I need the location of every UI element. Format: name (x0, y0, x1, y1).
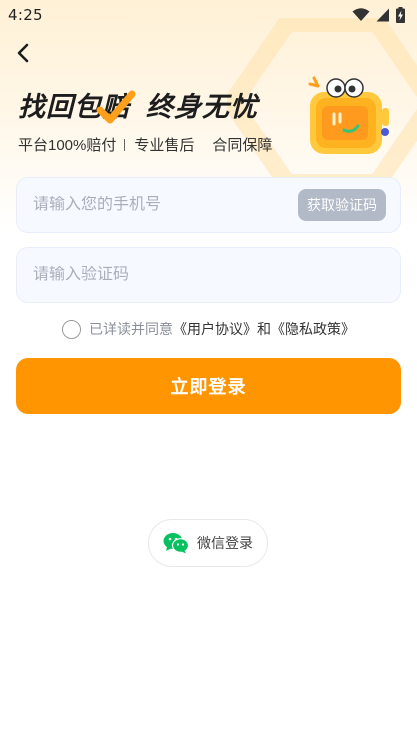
subline-item-aftersales: 专业售后 (134, 137, 195, 154)
user-agreement-link[interactable]: 《用户协议》 (173, 319, 257, 339)
divider (124, 138, 126, 151)
back-button[interactable] (10, 40, 36, 66)
status-time: 4:25 (8, 6, 43, 24)
privacy-policy-link[interactable]: 《隐私政策》 (271, 319, 355, 339)
login-button[interactable]: 立即登录 (16, 358, 401, 414)
robot-mascot-illustration (308, 76, 389, 154)
battery-charging-icon (396, 7, 405, 23)
code-field (16, 247, 401, 303)
agreement-checkbox[interactable] (62, 319, 81, 339)
wechat-login-label: 微信登录 (197, 535, 253, 551)
phone-field: 获取验证码 (16, 177, 401, 233)
wifi-icon (352, 8, 370, 21)
subline-item-payout: 平台100%赔付 (18, 137, 117, 154)
agreement-conjunction: 和 (257, 321, 271, 337)
agreement-prefix: 已详读并同意 (89, 321, 173, 337)
subline: 平台100%赔付 专业售后 合同保障 (18, 134, 272, 155)
agreement-row: 已详读并同意 《用户协议》 和 《隐私政策》 (62, 318, 355, 340)
headline: 找回包赔 终身无忧 (18, 84, 258, 124)
status-bar: 4:25 (0, 0, 417, 30)
chevron-left-icon (17, 43, 29, 63)
signal-icon (376, 8, 389, 22)
subline-item-contract: 合同保障 (212, 137, 273, 154)
code-input[interactable] (33, 266, 283, 284)
headline-part2: 终身无忧 (146, 91, 258, 123)
wechat-login-button[interactable]: 微信登录 (148, 519, 268, 567)
status-icons (352, 7, 405, 23)
get-code-button[interactable]: 获取验证码 (298, 189, 386, 221)
wechat-icon (163, 533, 189, 554)
checkmark-decoration-icon (96, 90, 136, 124)
phone-input[interactable] (33, 196, 283, 214)
